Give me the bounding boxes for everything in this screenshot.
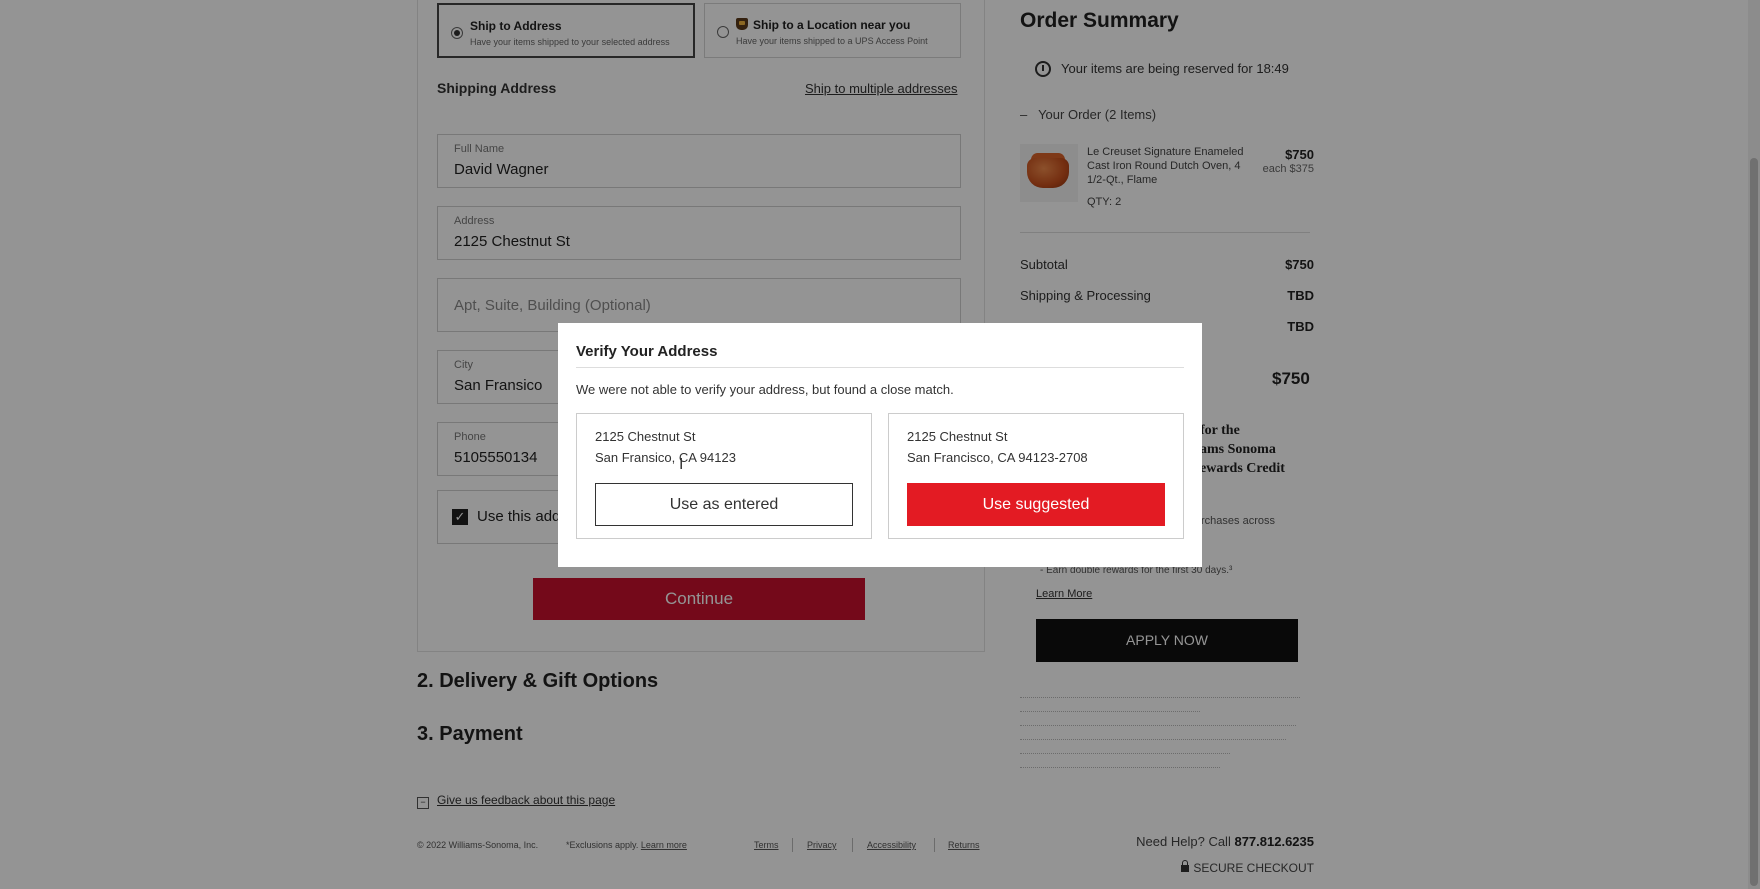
address-line-2: San Fransico, CA 94123 [595, 450, 736, 465]
address-line-2: San Francisco, CA 94123-2708 [907, 450, 1088, 465]
modal-divider [576, 367, 1184, 368]
text-cursor-icon: I [679, 455, 684, 473]
address-line-1: 2125 Chestnut St [907, 429, 1008, 444]
address-line-1: 2125 Chestnut St [595, 429, 696, 444]
verify-address-modal: Verify Your Address We were not able to … [558, 323, 1202, 567]
entered-address-card: 2125 Chestnut St San Fransico, CA 94123 … [576, 413, 872, 539]
modal-message: We were not able to verify your address,… [576, 382, 954, 397]
use-as-entered-button[interactable]: Use as entered [595, 483, 853, 526]
use-suggested-button[interactable]: Use suggested [907, 483, 1165, 526]
suggested-address-card: 2125 Chestnut St San Francisco, CA 94123… [888, 413, 1184, 539]
modal-title: Verify Your Address [576, 343, 718, 360]
checkout-page: Ship to Address Have your items shipped … [0, 0, 1760, 889]
